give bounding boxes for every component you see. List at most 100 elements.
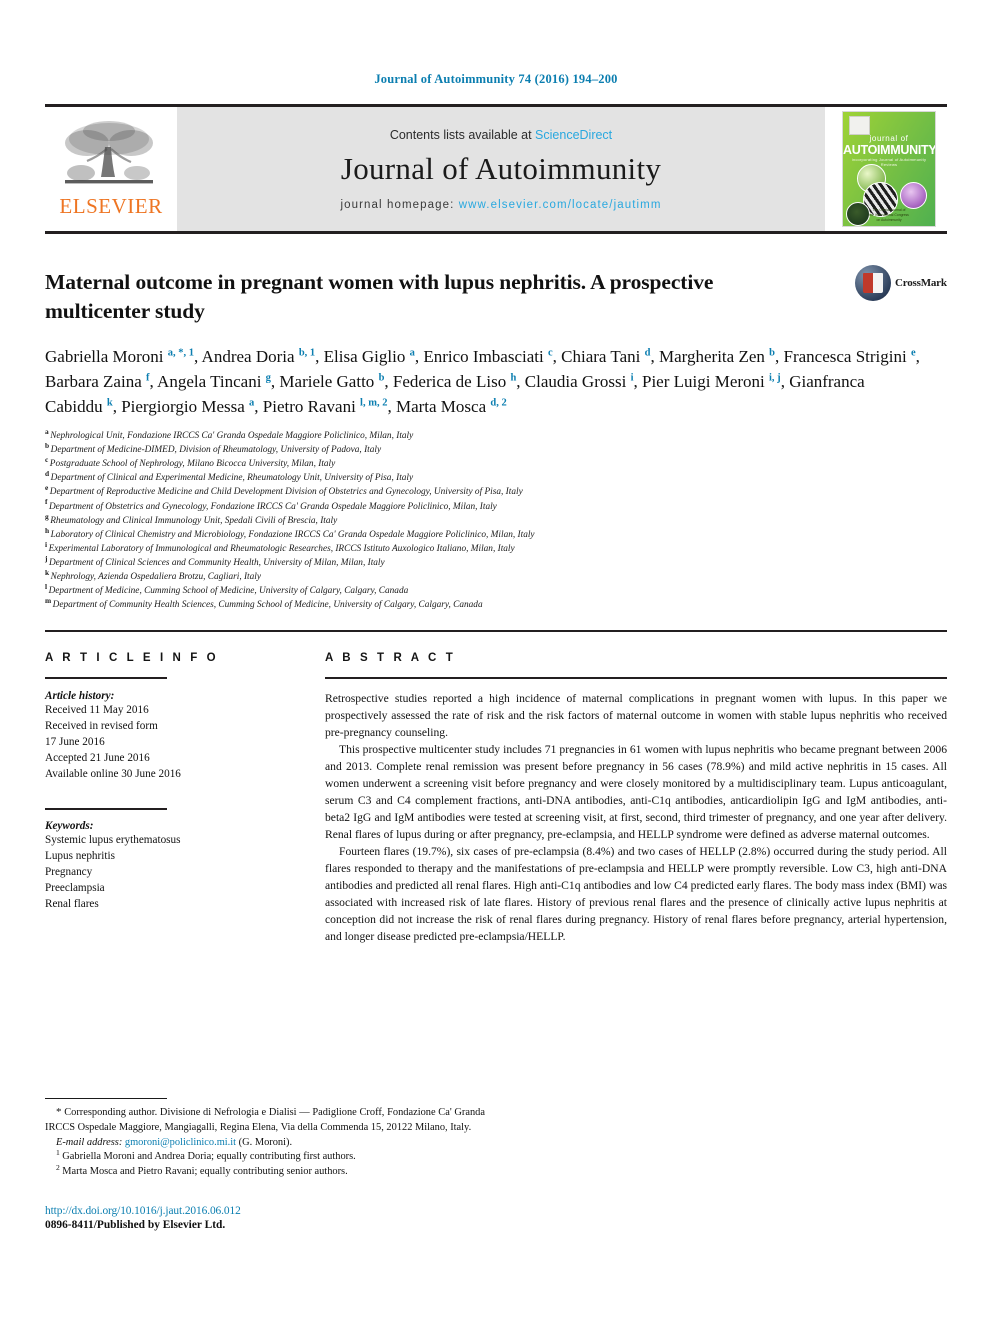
doi-footer: http://dx.doi.org/10.1016/j.jaut.2016.06… xyxy=(45,1205,241,1231)
affiliation-marker: k xyxy=(45,568,50,578)
keyword-item: Systemic lupus erythematosus xyxy=(45,833,181,846)
affiliation-text: Nephrology, Azienda Ospedaliera Brotzu, … xyxy=(50,572,262,583)
keyword-item: Pregnancy xyxy=(45,865,93,878)
footnote-marker-2: 2 xyxy=(56,1162,60,1172)
article-history-item: 17 June 2016 xyxy=(45,735,105,748)
journal-masthead: ELSEVIER Contents lists available at Sci… xyxy=(45,104,947,234)
affiliation-b: b Department of Medicine-DIMED, Division … xyxy=(45,440,947,457)
affiliation-marker: h xyxy=(45,525,50,535)
equal-contribution-note-1: 1 Gabriella Moroni and Andrea Doria; equa… xyxy=(45,1147,485,1165)
page-title: Maternal outcome in pregnant women with … xyxy=(45,270,714,323)
keyword-lines: Systemic lupus erythematosus Lupus nephri… xyxy=(45,832,283,912)
keywords-rule xyxy=(45,807,167,810)
info-abstract-columns: A R T I C L E I N F O Article history: R… xyxy=(45,652,947,945)
cover-title-word: AUTOIMMUNITY xyxy=(843,143,936,157)
affiliation-g: g Rheumatology and Clinical Immunology Un… xyxy=(45,511,947,528)
asterisk-icon: * xyxy=(56,1106,62,1118)
cover-subtitle: incorporating Journal of Autoimmunity Re… xyxy=(851,157,927,167)
abstract-rule xyxy=(325,676,947,679)
masthead-center: Contents lists available at ScienceDirec… xyxy=(177,107,825,231)
affiliation-h: h Laboratory of Clinical Chemistry and Mi… xyxy=(45,525,947,542)
affiliation-a: a Nephrological Unit, Fondazione IRCCS Ca… xyxy=(45,428,947,443)
affiliation-marker: g xyxy=(45,511,49,521)
email-link[interactable]: gmoroni@policlinico.mi.it xyxy=(125,1137,236,1148)
email-note: E-mail address: gmoroni@policlinico.mi.i… xyxy=(45,1136,485,1151)
equal-contribution-text-1: Gabriella Moroni and Andrea Doria; equal… xyxy=(62,1151,356,1163)
affiliation-text: Department of Medicine, Cumming School o… xyxy=(48,586,409,597)
affiliation-j: j Department of Clinical Sciences and Com… xyxy=(45,553,947,570)
journal-title: Journal of Autoimmunity xyxy=(340,150,662,186)
header-divider xyxy=(45,629,947,632)
affiliation-c: c Postgraduate School of Nephrology, Mila… xyxy=(45,455,947,471)
running-head: Journal of Autoimmunity 74 (2016) 194–20… xyxy=(374,72,618,86)
affiliation-marker: j xyxy=(45,553,48,563)
elsevier-logo: ELSEVIER xyxy=(45,107,177,231)
doi-link[interactable]: http://dx.doi.org/10.1016/j.jaut.2016.06… xyxy=(45,1205,241,1217)
affiliation-m: m Department of Community Health Sciences… xyxy=(45,596,947,612)
abstract-paragraph: Fourteen flares (19.7%), six cases of pr… xyxy=(325,844,947,944)
cover-footer-text: The Official Journal of the International… xyxy=(869,207,909,222)
affiliation-text: Department of Clinical Sciences and Comm… xyxy=(48,558,385,569)
author-list: Gabriella Moroni a, *, 1, Andrea Doria b… xyxy=(45,347,920,416)
affiliation-marker: e xyxy=(45,483,49,493)
abstract-column: A B S T R A C T Retrospective studies re… xyxy=(325,652,947,945)
affiliation-f: f Department of Obstetrics and Gynecology… xyxy=(45,498,947,514)
journal-cover-thumbnail: journal of AUTOIMMUNITY incorporating Jo… xyxy=(825,107,947,231)
footnote-marker-1: 1 xyxy=(56,1147,60,1157)
cover-elsevier-badge-icon xyxy=(849,116,870,135)
corresponding-author-note: * Corresponding author. Divisione di Nef… xyxy=(45,1105,485,1136)
affiliation-marker: b xyxy=(45,440,50,450)
keyword-item: Preeclampsia xyxy=(45,881,105,894)
affiliation-text: Department of Medicine-DIMED, Division o… xyxy=(50,445,382,456)
affiliation-marker: d xyxy=(45,469,50,479)
affiliation-k: k Nephrology, Azienda Ospedaliera Brotzu,… xyxy=(45,568,947,584)
affiliation-text: Experimental Laboratory of Immunological… xyxy=(48,543,515,554)
affiliation-marker: m xyxy=(45,596,52,606)
elsevier-wordmark: ELSEVIER xyxy=(59,194,163,218)
journal-homepage-line: journal homepage: www.elsevier.com/locat… xyxy=(340,199,661,211)
abstract-paragraph: This prospective multicenter study inclu… xyxy=(325,742,947,841)
article-history-lines: Received 11 May 2016 Received in revised … xyxy=(45,702,283,782)
affiliation-text: Department of Obstetrics and Gynecology,… xyxy=(48,501,497,512)
affiliation-i: i Experimental Laboratory of Immunologica… xyxy=(45,539,947,556)
footnote-block: * Corresponding author. Divisione di Nef… xyxy=(45,1098,485,1180)
affiliation-text: Department of Reproductive Medicine and … xyxy=(49,487,523,498)
title-block: Maternal outcome in pregnant women with … xyxy=(45,265,947,328)
journal-homepage-link[interactable]: www.elsevier.com/locate/jautimm xyxy=(459,199,662,211)
affiliation-d: d Department of Clinical and Experimental… xyxy=(45,469,947,485)
email-suffix: (G. Moroni). xyxy=(238,1136,293,1148)
crossmark-badge[interactable]: CrossMark xyxy=(855,265,947,301)
article-history-item: Received in revised form xyxy=(45,719,158,732)
contents-available-line: Contents lists available at ScienceDirec… xyxy=(390,128,612,142)
contents-prefix: Contents lists available at xyxy=(389,127,536,142)
crossmark-label: CrossMark xyxy=(895,277,947,289)
affiliation-l: l Department of Medicine, Cumming School … xyxy=(45,582,947,598)
email-label: E-mail address: xyxy=(56,1136,123,1148)
abstract-paragraph: Retrospective studies reported a high in… xyxy=(325,691,947,739)
issn-publisher-line: 0896-8411/Published by Elsevier Ltd. xyxy=(45,1219,226,1231)
article-info-heading: A R T I C L E I N F O xyxy=(45,651,219,664)
article-info-rule xyxy=(45,676,167,679)
affiliation-text: Nephrological Unit, Fondazione IRCCS Ca'… xyxy=(50,430,414,441)
affiliation-marker: l xyxy=(45,582,48,592)
equal-contribution-note-2: 2 Marta Mosca and Pietro Ravani; equally … xyxy=(45,1162,485,1180)
keywords-label: Keywords: xyxy=(45,819,94,832)
abstract-heading: A B S T R A C T xyxy=(325,651,456,664)
affiliation-text: Postgraduate School of Nephrology, Milan… xyxy=(49,459,336,470)
article-history-item: Available online 30 June 2016 xyxy=(45,767,181,780)
homepage-prefix: journal homepage: xyxy=(340,198,459,211)
elsevier-tree-icon xyxy=(65,121,153,184)
affiliation-text: Department of Clinical and Experimental … xyxy=(50,473,414,484)
sciencedirect-link[interactable]: ScienceDirect xyxy=(535,128,612,142)
keyword-item: Renal flares xyxy=(45,897,99,910)
affiliation-marker: i xyxy=(45,539,48,549)
corresponding-author-text: Corresponding author. Divisione di Nefro… xyxy=(45,1107,485,1133)
affiliation-marker: c xyxy=(45,455,49,465)
article-info-column: A R T I C L E I N F O Article history: R… xyxy=(45,652,283,945)
abstract-body: Retrospective studies reported a high in… xyxy=(325,690,947,945)
article-history-item: Accepted 21 June 2016 xyxy=(45,751,150,764)
article-history-label: Article history: xyxy=(45,689,115,702)
crossmark-icon xyxy=(855,265,891,301)
cover-cell-image-3 xyxy=(900,182,927,209)
keyword-item: Lupus nephritis xyxy=(45,849,115,862)
